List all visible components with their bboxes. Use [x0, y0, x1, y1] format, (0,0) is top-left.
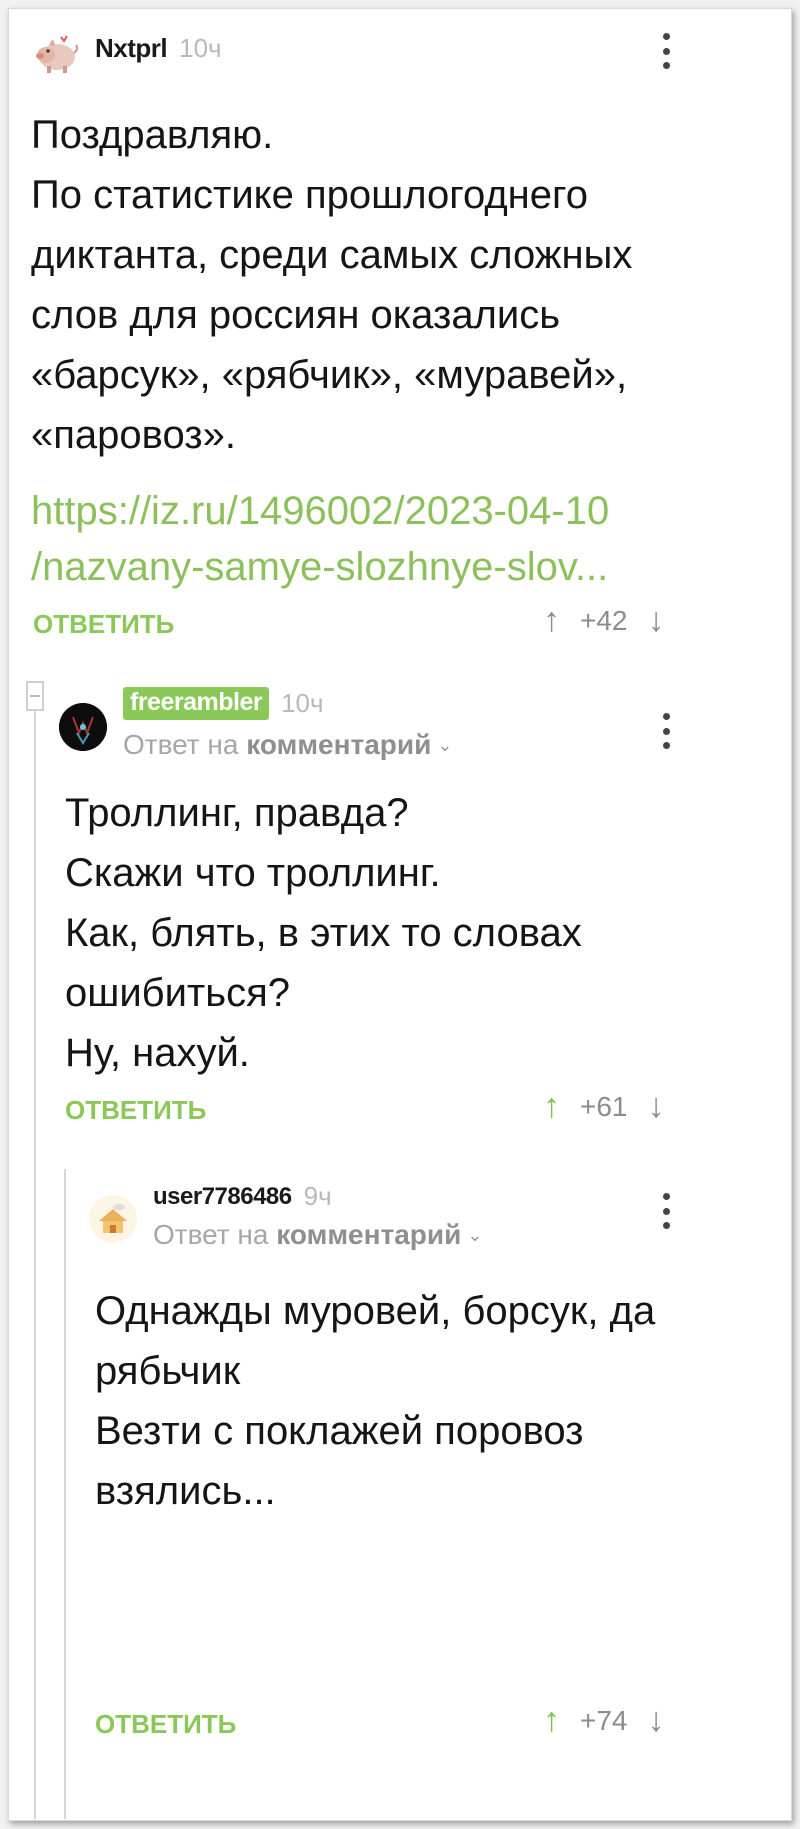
- downvote-icon[interactable]: ↓: [648, 1087, 665, 1126]
- avatar[interactable]: [89, 1195, 137, 1243]
- rating: +42: [580, 604, 628, 636]
- reply-target[interactable]: комментарий: [276, 1219, 461, 1250]
- house-avatar-icon: [89, 1195, 137, 1243]
- thread-line-level-2[interactable]: [64, 1169, 66, 1819]
- collapse-thread-button[interactable]: [26, 681, 44, 711]
- reply-prefix: Ответ на: [153, 1219, 269, 1250]
- reply-target[interactable]: комментарий: [246, 729, 431, 760]
- reply-button[interactable]: ОТВЕТИТЬ: [65, 1095, 206, 1126]
- timestamp: 9ч: [303, 1181, 332, 1211]
- username[interactable]: freerambler: [123, 687, 270, 720]
- reply-prefix: Ответ на: [123, 729, 239, 760]
- comment-body: Троллинг, правда? Скажи что троллинг. Ка…: [65, 791, 582, 1075]
- comment-body: Однажды муровей, борсук, да рябьчик Везт…: [95, 1289, 656, 1513]
- upvote-icon[interactable]: ↑: [543, 601, 560, 640]
- reply-button[interactable]: ОТВЕТИТЬ: [95, 1709, 236, 1740]
- upvote-icon[interactable]: ↑: [543, 1701, 560, 1740]
- rating: +61: [580, 1090, 628, 1122]
- thread-line-level-1[interactable]: [34, 699, 36, 1819]
- vote-controls: ↑ +61 ↓: [543, 1087, 665, 1126]
- comments-screenshot: Nxtprl 10ч Поздравляю. По статистике про…: [8, 8, 792, 1821]
- comment-link[interactable]: https://iz.ru/1496002/2023-04-10 /nazvan…: [31, 483, 771, 595]
- more-options-icon[interactable]: [661, 713, 671, 749]
- upvote-icon[interactable]: ↑: [543, 1087, 560, 1126]
- reply-to-link[interactable]: Ответ на комментарий ⌄: [153, 1219, 482, 1251]
- downvote-icon[interactable]: ↓: [648, 1701, 665, 1740]
- dark-emblem-avatar-icon: [59, 703, 107, 751]
- comment-body: Поздравляю. По статистике прошлогоднего …: [31, 113, 633, 457]
- reply-button[interactable]: ОТВЕТИТЬ: [33, 609, 174, 640]
- rating: +74: [580, 1704, 628, 1736]
- downvote-icon[interactable]: ↓: [648, 601, 665, 640]
- vote-controls: ↑ +42 ↓: [543, 601, 665, 640]
- chevron-down-icon[interactable]: ⌄: [467, 1225, 482, 1245]
- avatar[interactable]: [59, 703, 107, 751]
- reply-to-link[interactable]: Ответ на комментарий ⌄: [123, 729, 452, 761]
- chevron-down-icon[interactable]: ⌄: [437, 735, 452, 755]
- timestamp: 10ч: [179, 33, 222, 63]
- pig-avatar-icon: [36, 35, 79, 73]
- avatar[interactable]: [31, 31, 81, 75]
- vote-controls: ↑ +74 ↓: [543, 1701, 665, 1740]
- more-options-icon[interactable]: [661, 1193, 671, 1229]
- username[interactable]: Nxtprl: [95, 33, 168, 64]
- timestamp: 10ч: [281, 688, 324, 718]
- username[interactable]: user7786486: [153, 1183, 292, 1211]
- more-options-icon[interactable]: [661, 33, 671, 69]
